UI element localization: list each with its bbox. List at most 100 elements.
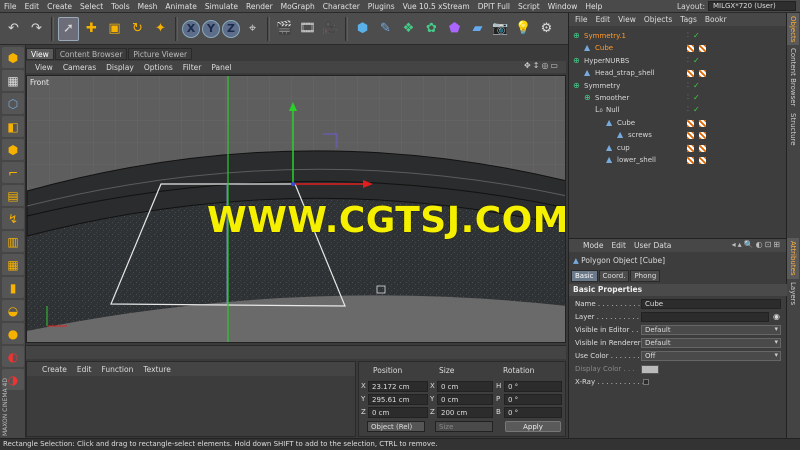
om-menu-file[interactable]: File bbox=[571, 15, 592, 24]
render-settings-icon[interactable]: 🎥 bbox=[320, 17, 341, 41]
menu-character[interactable]: Character bbox=[319, 2, 364, 11]
visibility-dots-icon[interactable]: ⁚ bbox=[687, 104, 690, 116]
object-row[interactable]: ▲lower_shell⁚✓ bbox=[569, 154, 787, 166]
attr-tab-phong[interactable]: Phong bbox=[630, 270, 661, 282]
menu-animate[interactable]: Animate bbox=[161, 2, 200, 11]
camera-icon[interactable]: 📷 bbox=[490, 17, 511, 41]
phong-tag-icon[interactable] bbox=[687, 119, 694, 127]
menu-vue[interactable]: Vue 10.5 xStream bbox=[399, 2, 474, 11]
phong-tag-icon[interactable] bbox=[687, 45, 694, 53]
deformer-icon[interactable]: ⬟ bbox=[444, 17, 465, 41]
material-tag-icon[interactable] bbox=[699, 119, 706, 127]
points-mode-icon[interactable]: ⬢ bbox=[2, 139, 24, 160]
enabled-check-icon[interactable]: ✓ bbox=[693, 55, 700, 67]
menu-window[interactable]: Window bbox=[544, 2, 582, 11]
scene-floor-icon[interactable]: ▰ bbox=[467, 17, 488, 41]
y-axis-lock-button[interactable]: Y bbox=[202, 19, 220, 38]
render-picture-viewer-icon[interactable]: 🎞 bbox=[297, 17, 318, 41]
snap-icon[interactable]: ▦ bbox=[2, 254, 24, 275]
gizmo-center[interactable] bbox=[291, 182, 295, 186]
timeline-strip[interactable] bbox=[26, 345, 566, 359]
solo-icon[interactable]: ◒ bbox=[2, 300, 24, 321]
layer-field[interactable] bbox=[641, 312, 769, 322]
render-view-icon[interactable]: 🎬 bbox=[274, 17, 295, 41]
attr-tab-basic[interactable]: Basic bbox=[571, 270, 598, 282]
material-tag-icon[interactable] bbox=[699, 144, 706, 152]
material-tag-icon[interactable] bbox=[699, 45, 706, 53]
rotate-icon[interactable]: ↻ bbox=[127, 17, 148, 41]
menu-simulate[interactable]: Simulate bbox=[201, 2, 242, 11]
visible-in-editor-dropdown[interactable]: Default bbox=[641, 325, 781, 335]
scale-icon[interactable]: ▣ bbox=[104, 17, 125, 41]
array-icon[interactable]: ✿ bbox=[421, 17, 442, 41]
enabled-check-icon[interactable]: ✓ bbox=[693, 80, 700, 92]
attr-menu-edit[interactable]: Edit bbox=[607, 241, 630, 250]
workplane-icon[interactable]: ◧ bbox=[2, 116, 24, 137]
lock-workplane-icon[interactable]: ▮ bbox=[2, 277, 24, 298]
z-axis-lock-button[interactable]: Z bbox=[222, 19, 240, 38]
material-menu-edit[interactable]: Edit bbox=[72, 365, 97, 374]
viewport-navigation-icons[interactable]: ✥↕◎▭ bbox=[524, 61, 560, 70]
visibility-dots-icon[interactable]: ⁚ bbox=[687, 30, 690, 42]
tab-view[interactable]: View bbox=[26, 48, 54, 60]
layer-picker-icon[interactable]: ◉ bbox=[773, 311, 780, 323]
om-menu-edit[interactable]: Edit bbox=[592, 15, 615, 24]
paint-icon[interactable]: ◐ bbox=[2, 346, 24, 367]
tab-content-browser[interactable]: Content Browser bbox=[54, 48, 128, 60]
position-y-field[interactable]: 295.61 cm bbox=[368, 394, 428, 405]
move-icon[interactable]: ✚ bbox=[81, 17, 102, 41]
phong-tag-icon[interactable] bbox=[687, 70, 694, 78]
visible-in-renderer-dropdown[interactable]: Default bbox=[641, 338, 781, 348]
menu-mesh[interactable]: Mesh bbox=[134, 2, 162, 11]
object-row[interactable]: ▲cup⁚✓ bbox=[569, 142, 787, 154]
viewport-3d[interactable]: Front WWW.CGTSJ.COM bbox=[26, 75, 566, 343]
xray-checkbox[interactable] bbox=[643, 379, 649, 385]
rotation-b-field[interactable]: 0 ° bbox=[504, 407, 562, 418]
menu-create[interactable]: Create bbox=[43, 2, 76, 11]
attr-navigation-icons[interactable]: ◂▴🔍◐⊡⊞ bbox=[732, 240, 782, 249]
object-row[interactable]: ⊕ Symmetry.1 ⁚ ✓ bbox=[569, 30, 787, 42]
material-tag-icon[interactable] bbox=[699, 157, 706, 164]
position-z-field[interactable]: 0 cm bbox=[368, 407, 428, 418]
apply-button[interactable]: Apply bbox=[505, 421, 561, 432]
position-x-field[interactable]: 23.172 cm bbox=[368, 381, 428, 392]
polygons-mode-icon[interactable]: ▤ bbox=[2, 185, 24, 206]
sculpt-icon[interactable]: ● bbox=[2, 323, 24, 344]
material-tag-icon[interactable] bbox=[699, 132, 706, 140]
enabled-check-icon[interactable]: ✓ bbox=[693, 92, 700, 104]
menu-select[interactable]: Select bbox=[76, 2, 107, 11]
side-tab-layers[interactable]: Layers bbox=[787, 279, 799, 308]
object-row[interactable]: ▲Cube⁚✓ bbox=[569, 42, 787, 54]
attr-menu-user-data[interactable]: User Data bbox=[630, 241, 675, 250]
object-row[interactable]: ▲Head_strap_shell⁚✓ bbox=[569, 67, 787, 79]
rotation-p-field[interactable]: 0 ° bbox=[504, 394, 562, 405]
viewport-menu-view[interactable]: View bbox=[30, 63, 58, 72]
material-menu-function[interactable]: Function bbox=[96, 365, 138, 374]
object-row[interactable]: ▲Cube⁚✓ bbox=[569, 117, 787, 129]
layout-dropdown[interactable]: MILGX*720 (User) bbox=[708, 1, 796, 11]
material-tag-icon[interactable] bbox=[699, 70, 706, 78]
viewport-menu-filter[interactable]: Filter bbox=[178, 63, 207, 72]
visibility-dots-icon[interactable]: ⁚ bbox=[687, 92, 690, 104]
nurbs-icon[interactable]: ❖ bbox=[398, 17, 419, 41]
edges-mode-icon[interactable]: ⌐ bbox=[2, 162, 24, 183]
attr-menu-mode[interactable]: Mode bbox=[579, 241, 607, 250]
menu-script[interactable]: Script bbox=[514, 2, 544, 11]
phong-tag-icon[interactable] bbox=[687, 132, 694, 140]
om-menu-tags[interactable]: Tags bbox=[676, 15, 701, 24]
menu-mograph[interactable]: MoGraph bbox=[277, 2, 319, 11]
om-menu-bookmarks[interactable]: Bookr bbox=[701, 15, 731, 24]
menu-file[interactable]: File bbox=[0, 2, 21, 11]
size-x-field[interactable]: 0 cm bbox=[437, 381, 493, 392]
side-tab-objects[interactable]: Objects bbox=[787, 13, 799, 46]
make-editable-icon[interactable]: ⬢ bbox=[2, 47, 24, 68]
coordinate-mode-dropdown[interactable]: Object (Rel) bbox=[367, 421, 425, 432]
size-mode-dropdown[interactable]: Size bbox=[435, 421, 493, 432]
om-menu-objects[interactable]: Objects bbox=[640, 15, 676, 24]
om-menu-view[interactable]: View bbox=[614, 15, 640, 24]
object-row[interactable]: ⊕ Symmetry ⁚ ✓ bbox=[569, 80, 787, 92]
spline-pen-icon[interactable]: ✎ bbox=[375, 17, 396, 41]
menu-dpit[interactable]: DPIT Full bbox=[474, 2, 514, 11]
x-axis-lock-button[interactable]: X bbox=[182, 19, 200, 38]
undo-icon[interactable]: ↶ bbox=[3, 17, 24, 41]
